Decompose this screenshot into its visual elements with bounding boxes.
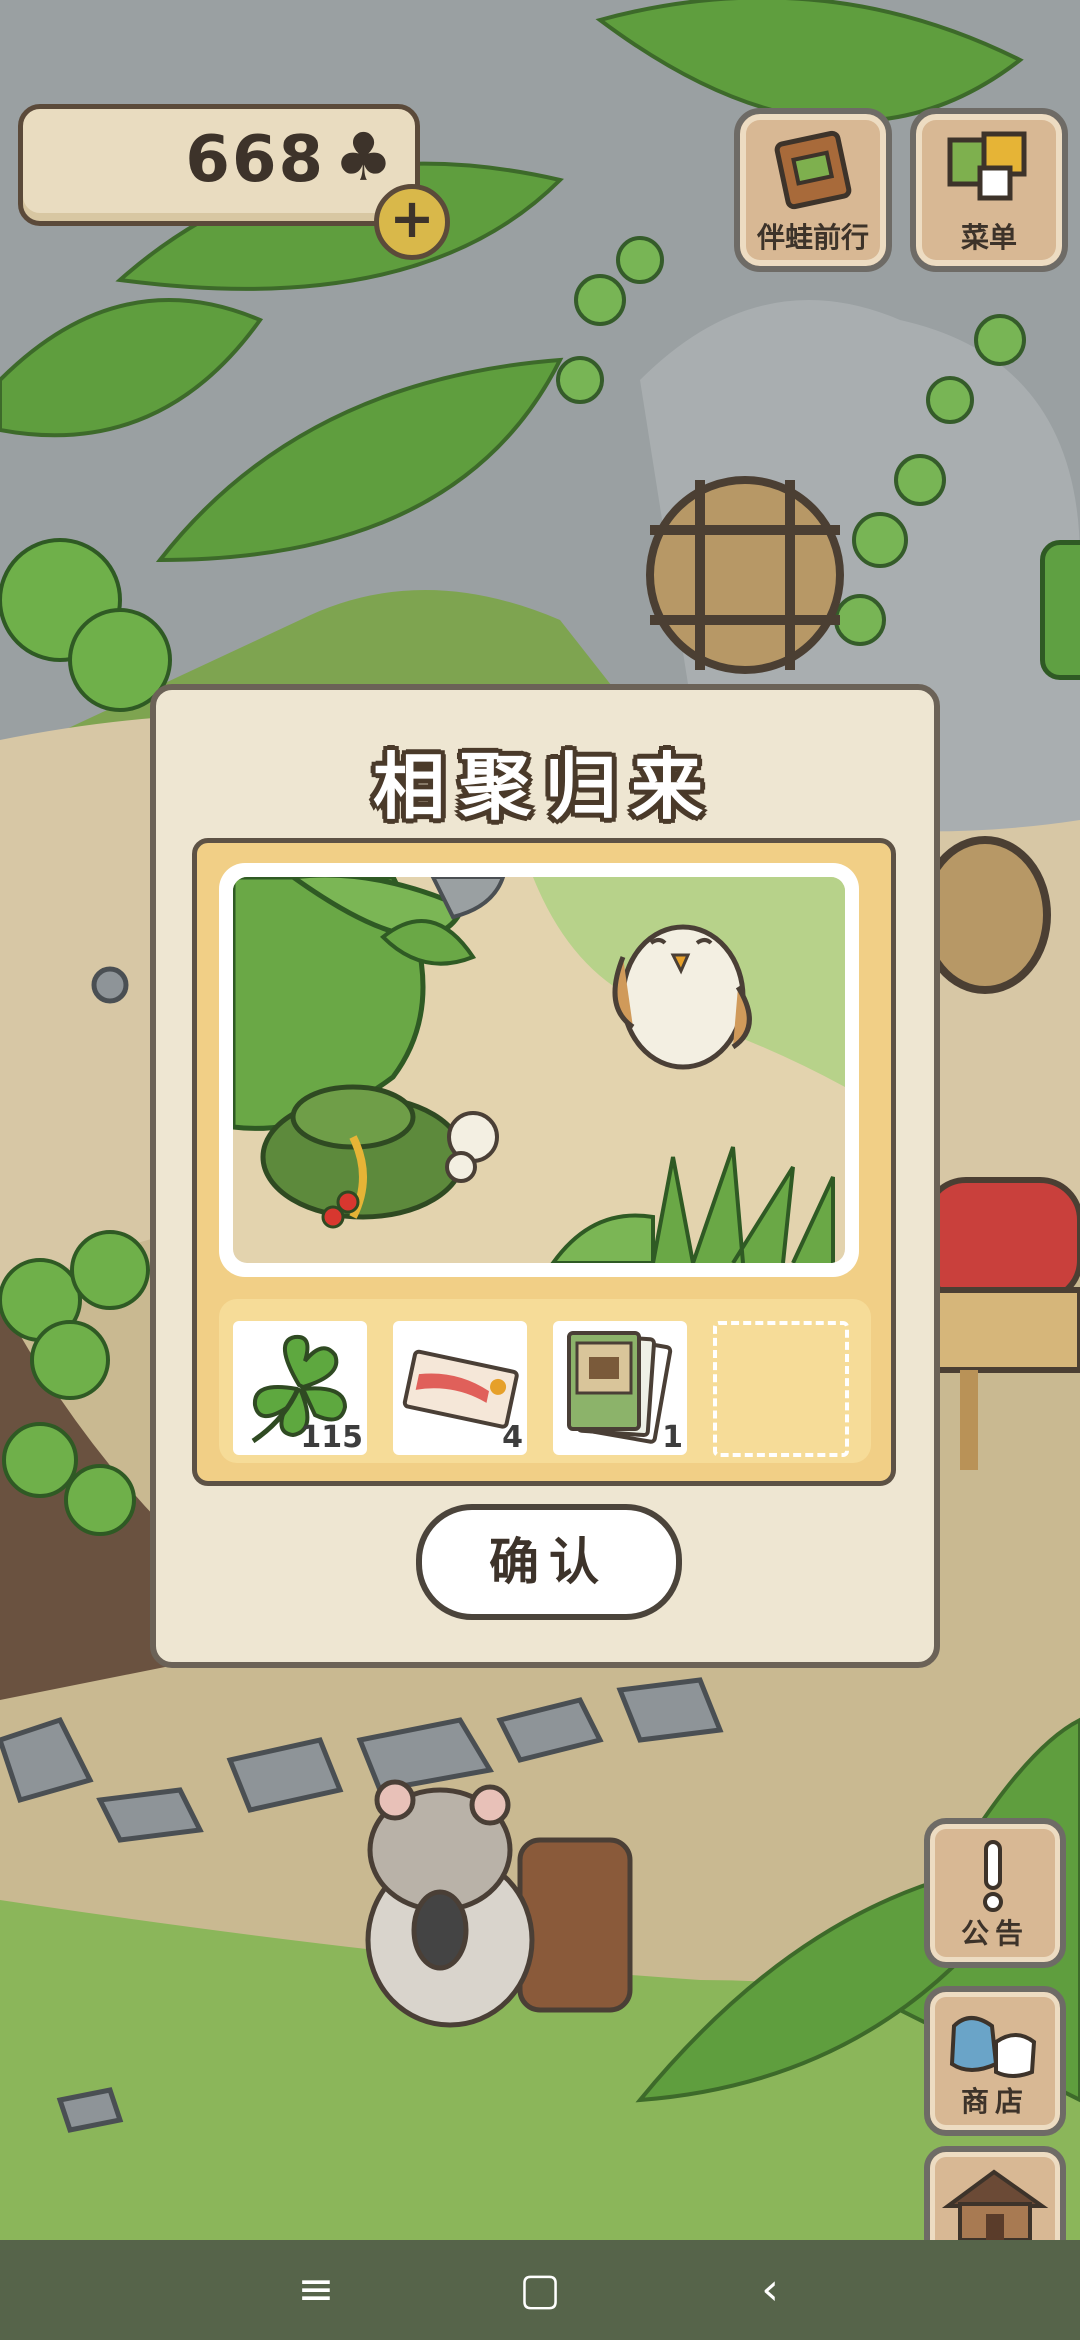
clover-reward-count: 115 (300, 1420, 363, 1455)
dialog-title: 相聚归来 (372, 745, 717, 829)
reward-slot-empty (713, 1321, 849, 1457)
reward-slot-clover[interactable]: 115 (233, 1321, 367, 1455)
frog-photo (233, 877, 845, 1263)
exclamation-icon (983, 1840, 1003, 1912)
add-clover-button[interactable]: + (374, 184, 450, 260)
shop-button[interactable]: 商店 (924, 1986, 1066, 2136)
clover-counter: 668 ♣ (18, 104, 420, 226)
photo-album-icon (774, 130, 852, 210)
menu-cards-icon (947, 131, 1027, 201)
house-icon (941, 2169, 1049, 2242)
reward-slot-ticket[interactable]: 4 (393, 1321, 527, 1455)
reward-photo-frame: 115 4 1 (192, 838, 896, 1486)
confirm-button[interactable]: 确认 (416, 1504, 682, 1620)
reward-slot-card-pack[interactable]: 1 (553, 1321, 687, 1455)
recent-apps-icon[interactable]: ≡ (286, 2260, 346, 2320)
card-pack-reward-count: 1 (662, 1420, 683, 1455)
clover-count: 668 (185, 123, 325, 197)
menu-label: 菜单 (960, 221, 1017, 254)
frog-house-edge-icon[interactable] (1040, 540, 1080, 680)
travel-with-frog-label: 伴蛙前行 (756, 221, 869, 254)
home-icon[interactable]: ▢ (510, 2260, 570, 2320)
ticket-reward-count: 4 (502, 1420, 523, 1455)
frog-with-bird-picture (233, 877, 845, 1263)
travel-with-frog-button[interactable]: 伴蛙前行 (734, 108, 892, 272)
menu-button[interactable]: 菜单 (910, 108, 1068, 272)
shop-bags-icon (949, 2016, 1037, 2078)
shop-label: 商店 (960, 2085, 1029, 2118)
photo-border (219, 863, 859, 1277)
system-nav-bar: ≡ ▢ ‹ (0, 2240, 1080, 2340)
reward-items-row: 115 4 1 (219, 1299, 871, 1463)
notice-button[interactable]: 公告 (924, 1818, 1066, 1968)
clover-icon: ♣ (333, 119, 393, 196)
back-icon[interactable]: ‹ (740, 2260, 800, 2320)
reunion-dialog: 相聚归来 115 4 1 确认 (150, 684, 940, 1668)
notice-label: 公告 (960, 1917, 1029, 1950)
